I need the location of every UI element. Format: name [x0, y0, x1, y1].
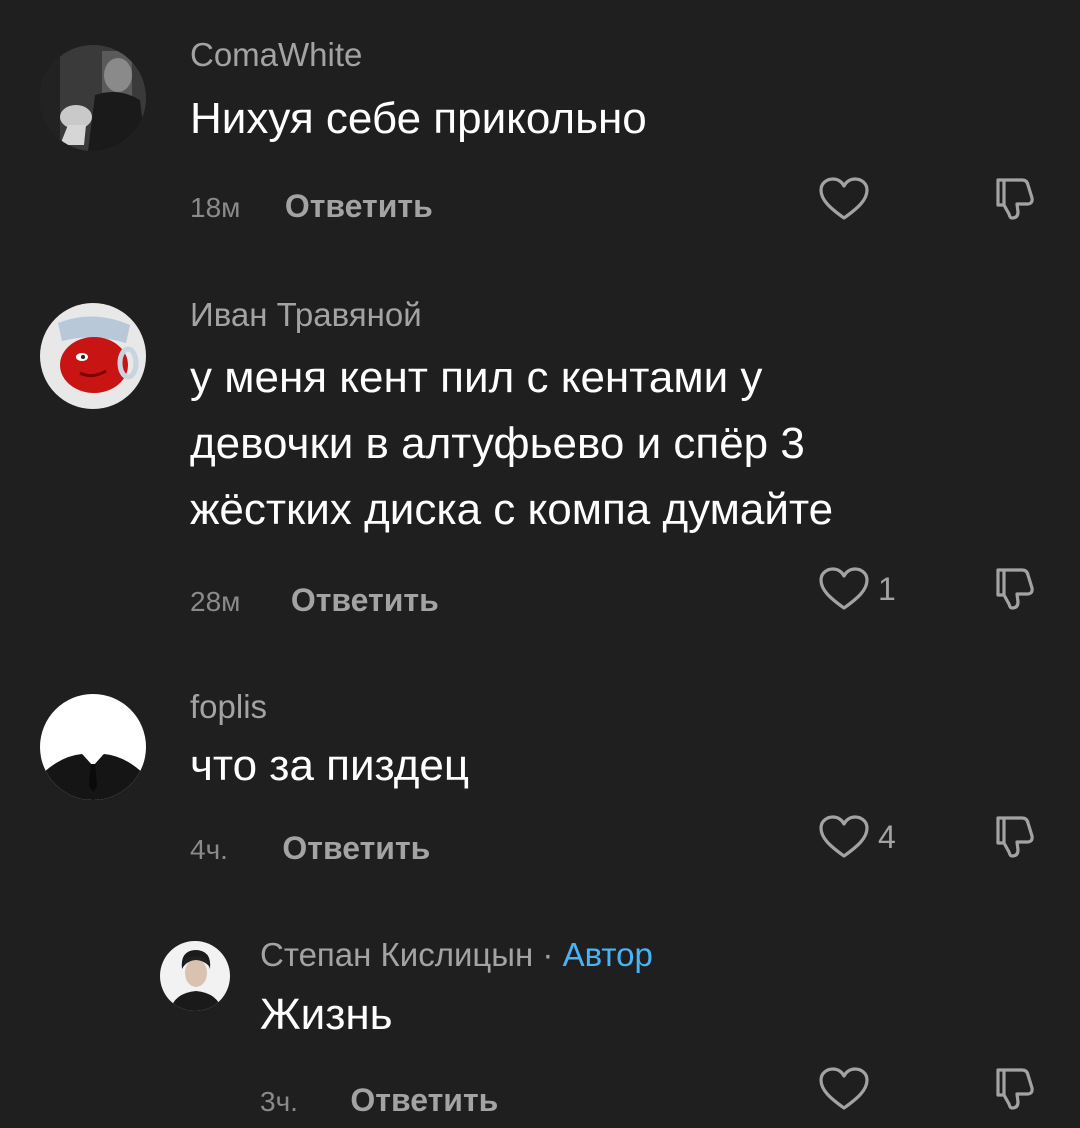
red-jug-avatar-icon [40, 303, 146, 409]
like-count: 1 [878, 570, 896, 607]
like-button[interactable] [818, 176, 878, 222]
comment-author[interactable]: foplis [190, 690, 267, 723]
avatar[interactable] [40, 694, 146, 800]
comment-time: 4ч. [190, 834, 228, 865]
dislike-button[interactable] [990, 1064, 1038, 1117]
comment-text: у меня кент пил с кентами у девочки в ал… [190, 353, 834, 534]
comment-author: Степан Кислицын · Автор [260, 938, 653, 971]
dislike-button[interactable] [990, 812, 1038, 865]
comment-author[interactable]: Иван Травяной [190, 298, 422, 331]
like-button[interactable]: 4 [818, 814, 896, 860]
thumb-down-outline-icon [996, 568, 1034, 610]
like-button[interactable] [818, 1066, 878, 1112]
author-badge: Автор [562, 936, 653, 973]
thumb-down-outline-icon [996, 816, 1034, 858]
dislike-button[interactable] [990, 564, 1038, 617]
comment-meta: 4ч. Ответить [190, 832, 430, 864]
like-count: 4 [878, 818, 896, 855]
comment-time: 28м [190, 586, 241, 617]
man-in-coat-avatar-icon [40, 45, 146, 151]
author-separator: · [542, 936, 554, 973]
reply-button[interactable]: Ответить [282, 832, 430, 864]
reply-button[interactable]: Ответить [350, 1084, 498, 1116]
thumb-down-outline-icon [996, 1068, 1034, 1110]
avatar[interactable] [40, 45, 146, 151]
heart-outline-icon [819, 567, 869, 610]
comment-meta: 18м Ответить [190, 190, 433, 222]
heart-outline-icon [819, 177, 869, 220]
reply-button[interactable]: Ответить [285, 190, 433, 222]
avatar[interactable] [40, 303, 146, 409]
thumb-down-outline-icon [996, 178, 1034, 220]
heart-outline-icon [819, 815, 869, 858]
heart-outline-icon [819, 1067, 869, 1110]
comment-text: что за пиздец [190, 741, 470, 790]
faceless-suit-avatar-icon [40, 694, 146, 800]
comment-text: Нихуя себе прикольно [190, 94, 647, 143]
avatar[interactable] [160, 941, 230, 1011]
comment-meta: 28м Ответить [190, 584, 439, 616]
author-name[interactable]: Степан Кислицын [260, 936, 533, 973]
comment-meta: 3ч. Ответить [260, 1084, 498, 1116]
comment-author[interactable]: ComaWhite [190, 38, 362, 71]
comment-text: Жизнь [260, 990, 393, 1039]
dislike-button[interactable] [990, 174, 1038, 227]
reply-button[interactable]: Ответить [291, 584, 439, 616]
young-man-avatar-icon [160, 941, 230, 1011]
like-button[interactable]: 1 [818, 566, 896, 612]
comment-time: 18м [190, 192, 241, 223]
comment-time: 3ч. [260, 1086, 298, 1117]
